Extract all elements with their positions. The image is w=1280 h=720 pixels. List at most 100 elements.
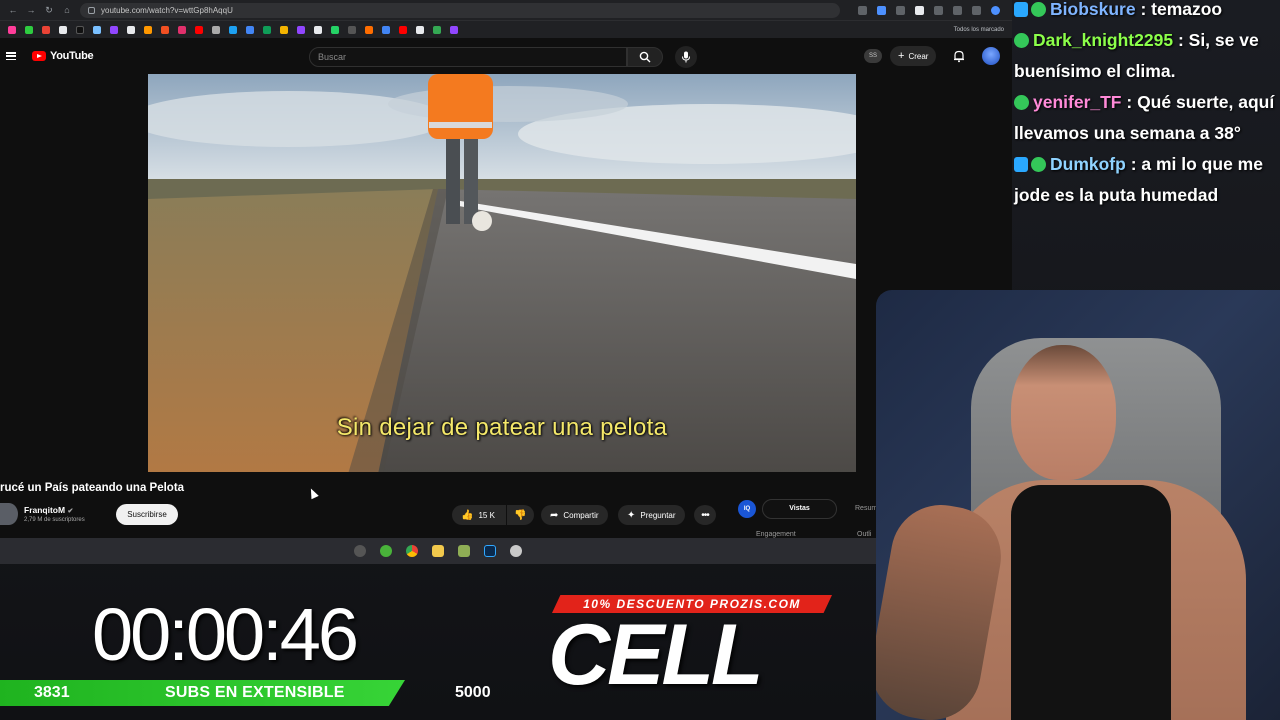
bookmark-icon[interactable] — [93, 25, 101, 34]
forward-icon[interactable]: → — [26, 5, 36, 15]
search-input[interactable]: Buscar — [309, 47, 627, 67]
youtube-header: YouTube Buscar SS + Crear — [0, 38, 1012, 74]
bookmark-icon[interactable] — [59, 25, 67, 34]
bookmark-icon[interactable] — [382, 25, 390, 34]
video-title: rucé un País pateando una Pelota — [0, 482, 185, 494]
account-avatar[interactable] — [982, 47, 1001, 65]
dislike-button[interactable]: 👎 — [507, 505, 534, 525]
create-label: Crear — [908, 51, 929, 61]
extension-icon[interactable] — [934, 5, 943, 15]
search-placeholder: Buscar — [318, 52, 347, 62]
taskbar-app-icon[interactable] — [458, 545, 470, 557]
subs-label: SUBS EN EXTENSIBLE — [165, 684, 345, 701]
webcam-feed — [876, 290, 1280, 720]
bookmark-icon[interactable] — [433, 25, 441, 34]
bookmark-icon[interactable] — [297, 25, 305, 34]
bookmark-icon[interactable] — [8, 25, 16, 34]
channel-name[interactable]: FranqitoM ✔ — [24, 505, 73, 515]
channel-avatar[interactable] — [0, 503, 18, 525]
bookmark-icon[interactable] — [348, 25, 356, 34]
bookmark-icon[interactable] — [314, 25, 322, 34]
address-bar[interactable]: youtube.com/watch?v=wttGp8hAqqU — [80, 2, 840, 18]
channel-name-text: FranqitoM — [24, 505, 66, 515]
tab-vistas[interactable]: Vistas — [762, 499, 837, 519]
extensions-row — [858, 5, 1000, 15]
folder-icon[interactable] — [432, 545, 444, 557]
subscriber-badge-icon — [1014, 157, 1028, 172]
chat-username: Dark_knight2295 — [1033, 30, 1174, 50]
bookmark-icon[interactable] — [229, 25, 237, 34]
youtube-play-icon — [32, 51, 46, 61]
extension-icon[interactable] — [915, 5, 924, 15]
chat-message: Biobskure : temazoo — [1014, 0, 1280, 25]
menu-icon[interactable] — [6, 52, 16, 60]
ask-button[interactable]: ✦ Preguntar — [618, 505, 685, 525]
chat-username: yenifer_TF — [1033, 92, 1122, 112]
all-bookmarks-folder[interactable]: Todos los marcado — [954, 27, 1004, 33]
share-button[interactable]: ➦ Compartir — [541, 505, 608, 525]
extension-icon[interactable] — [877, 5, 886, 15]
bookmark-icon[interactable] — [450, 25, 458, 34]
channel-subscriber-count: 2,79 M de suscriptores — [24, 517, 85, 523]
stream-layout: ← → ↻ ⌂ youtube.com/watch?v=wttGp8hAqqU — [0, 0, 1280, 720]
subscribe-button[interactable]: Suscribirse — [116, 504, 178, 525]
chat-message: Dark_knight2295 : Si, se ve buenísimo el… — [1014, 25, 1280, 87]
outline-label: Outli — [857, 531, 872, 538]
extension-icon[interactable] — [858, 5, 867, 15]
bookmark-icon[interactable] — [76, 25, 84, 34]
bookmark-icon[interactable] — [144, 25, 152, 34]
bookmark-icon[interactable] — [127, 25, 135, 34]
photoshop-icon[interactable] — [484, 545, 496, 557]
ask-label: Preguntar — [640, 510, 676, 520]
bookmark-icon[interactable] — [42, 25, 50, 34]
bookmark-icon[interactable] — [280, 25, 288, 34]
bookmark-icon[interactable] — [110, 25, 118, 34]
create-button[interactable]: + Crear — [890, 46, 937, 66]
video-player[interactable]: Sin dejar de patear una pelota — [148, 74, 856, 472]
streamer-head — [1011, 345, 1116, 480]
like-button[interactable]: 👍 15 K — [452, 505, 506, 525]
video-frame-scene — [148, 74, 856, 472]
extension-badge[interactable]: SS — [864, 49, 882, 63]
bookmark-icon[interactable] — [416, 25, 424, 34]
extension-logo[interactable]: IQ — [738, 500, 756, 518]
subs-goal: 5000 — [455, 684, 491, 701]
home-icon[interactable]: ⌂ — [62, 5, 72, 15]
site-info-icon[interactable] — [88, 6, 95, 14]
bookmark-icon[interactable] — [331, 25, 339, 34]
voice-search-button[interactable] — [675, 46, 697, 68]
bookmark-icon[interactable] — [399, 25, 407, 34]
taskbar-app-icon[interactable] — [354, 545, 366, 557]
chat-username: Dumkofp — [1050, 154, 1126, 174]
bookmark-icon[interactable] — [246, 25, 254, 34]
chat-badge-icon — [1031, 2, 1046, 17]
browser-toolbar: ← → ↻ ⌂ youtube.com/watch?v=wttGp8hAqqU — [0, 0, 1012, 20]
reload-icon[interactable]: ↻ — [44, 5, 54, 15]
more-horizontal-icon: ••• — [701, 509, 709, 521]
youtube-logo[interactable]: YouTube — [32, 50, 94, 62]
back-icon[interactable]: ← — [8, 5, 18, 15]
bookmark-icon[interactable] — [161, 25, 169, 34]
tab-resumen[interactable]: Resum — [855, 505, 877, 512]
chrome-icon[interactable] — [406, 545, 418, 557]
taskbar-app-icon[interactable] — [380, 545, 392, 557]
url-text: youtube.com/watch?v=wttGp8hAqqU — [101, 5, 233, 15]
search-button[interactable] — [627, 47, 663, 67]
verified-icon: ✔ — [67, 508, 74, 515]
extension-icon[interactable] — [896, 5, 905, 15]
bookmark-icon[interactable] — [365, 25, 373, 34]
bookmark-icon[interactable] — [195, 25, 203, 34]
notifications-bell-icon[interactable] — [952, 49, 966, 63]
engagement-label: Engagement — [756, 531, 796, 538]
download-icon[interactable] — [953, 5, 962, 15]
more-actions-button[interactable]: ••• — [694, 505, 716, 525]
bookmark-icon[interactable] — [212, 25, 220, 34]
chat-badge-icon — [1014, 95, 1029, 110]
bookmark-icon[interactable] — [178, 25, 186, 34]
menu-icon[interactable] — [972, 5, 981, 15]
bookmark-icon[interactable] — [263, 25, 271, 34]
bookmark-icon[interactable] — [25, 25, 33, 34]
profile-icon[interactable] — [991, 5, 1000, 15]
search-icon — [639, 51, 651, 63]
taskbar-app-icon[interactable] — [510, 545, 522, 557]
